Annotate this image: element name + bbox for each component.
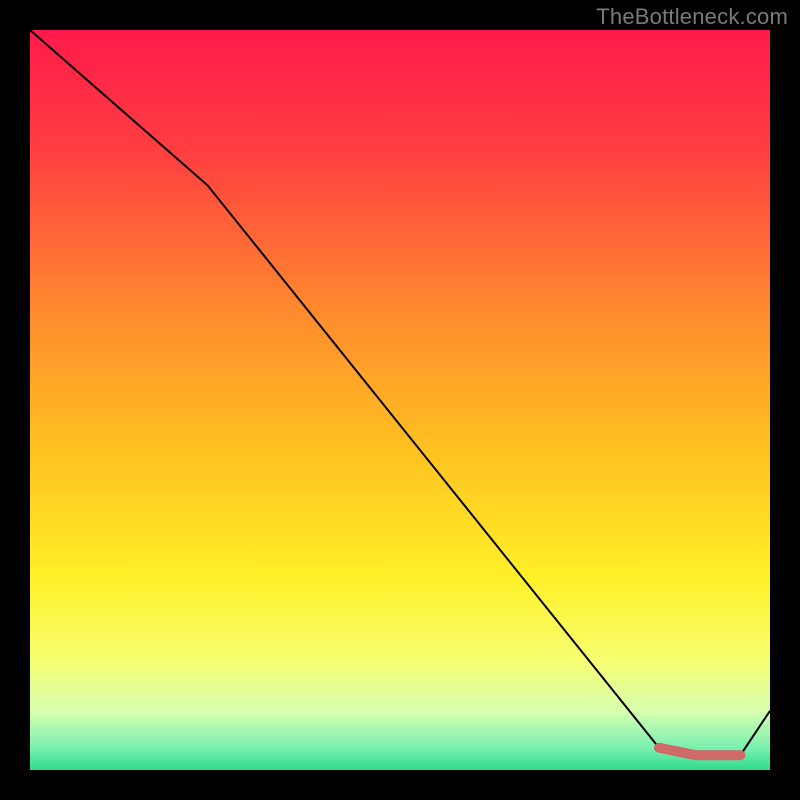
bottleneck-chart [0,0,800,800]
plot-background [30,30,770,770]
watermark-text: TheBottleneck.com [596,4,788,30]
chart-frame: TheBottleneck.com [0,0,800,800]
